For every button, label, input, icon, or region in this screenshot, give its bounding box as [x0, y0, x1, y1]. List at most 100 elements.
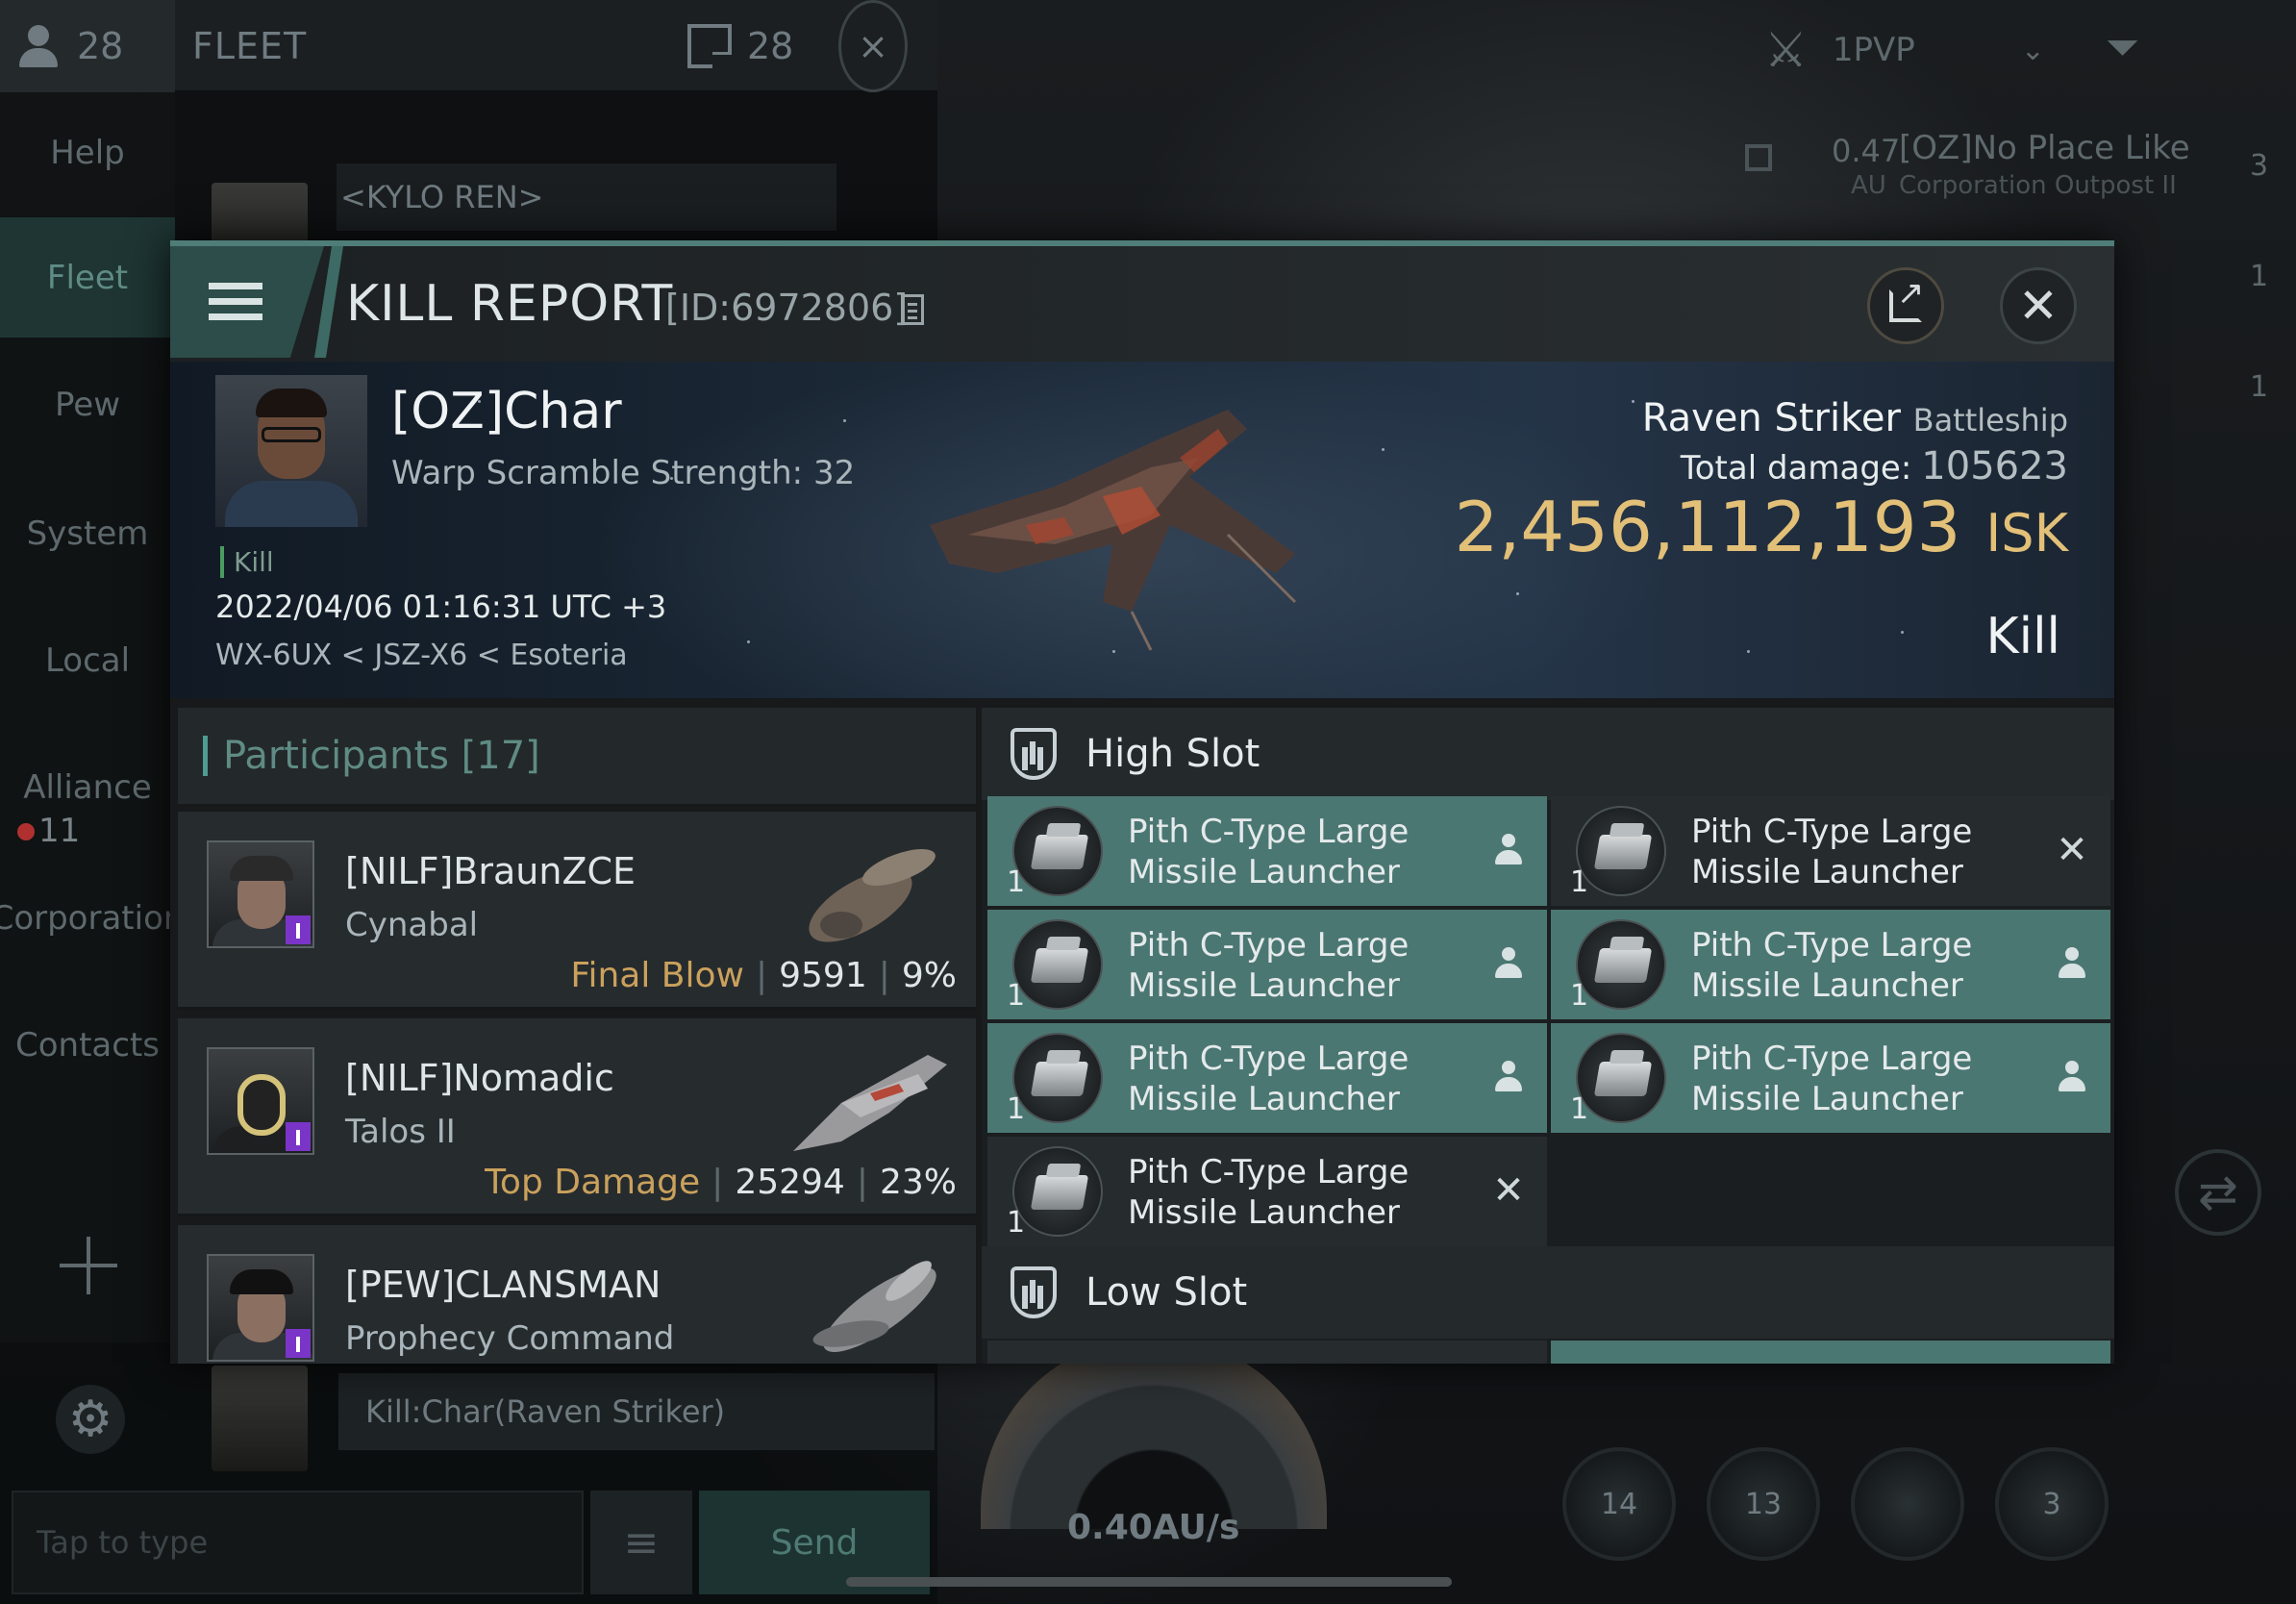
fleet-topbar: 28 FLEET 28 ×: [0, 0, 937, 92]
add-channel-icon[interactable]: [60, 1237, 117, 1294]
kill-report-id: [ID:6972806]: [665, 287, 909, 329]
missile-launcher-icon: [1576, 919, 1666, 1010]
module-item[interactable]: 1 Pith C-Type Large Missile Launcher ✕: [1551, 796, 2110, 906]
dropped-icon: [2053, 1056, 2091, 1098]
kill-location[interactable]: WX-6UX < JSZ-X6 < Esoteria: [215, 639, 628, 672]
module-name: Pith C-Type Large Missile Launcher: [1128, 1040, 1410, 1118]
participant-portrait[interactable]: [207, 1047, 314, 1155]
hud-badge[interactable]: 1: [2250, 260, 2268, 293]
kill-report-menu-button[interactable]: [170, 246, 324, 358]
participant-row[interactable]: [PEW]CLANSMAN Prophecy Command: [178, 1225, 976, 1364]
chat-input[interactable]: Tap to type: [12, 1491, 584, 1594]
gear-icon: ⚙: [67, 1391, 113, 1448]
overview-filter-dropdown[interactable]: ⚔ 1PVP ⌄: [1764, 19, 2045, 81]
ship-name: Raven Striker: [1641, 396, 1901, 440]
hud-badge[interactable]: 1: [2250, 370, 2268, 404]
chat-message: <KYLO REN>: [337, 163, 836, 231]
participant-name: [NILF]BraunZCE: [345, 850, 636, 892]
module-item[interactable]: 1 Pith C-Type Large Missile Launcher: [1551, 910, 2110, 1019]
top-damage-label: Top Damage: [485, 1163, 701, 1202]
overview-subtitle: Corporation Outpost II: [1899, 171, 2177, 200]
module-button[interactable]: 14: [1562, 1447, 1676, 1561]
kill-report-header: KILL REPORT [ID:6972806] ✕: [170, 246, 2114, 362]
module-quantity: 1: [1570, 865, 1589, 899]
ship-class: Battleship: [1912, 402, 2068, 439]
overview-row[interactable]: 0.47 AU [OZ]No Place Like Corporation Ou…: [1735, 123, 2190, 210]
destroyed-icon: ✕: [2056, 828, 2088, 872]
sidebar-item-help[interactable]: Help: [0, 92, 175, 213]
kill-link-message[interactable]: Kill:Char(Raven Striker): [338, 1373, 935, 1450]
participants-title: Participants [17]: [223, 734, 540, 778]
missile-launcher-icon: [1012, 1033, 1103, 1123]
module-item[interactable]: 1 Pith C-Type Large Missile Launcher: [1551, 1023, 2110, 1133]
sidebar-item-local[interactable]: Local: [0, 600, 175, 720]
low-slot-icon: [1011, 1266, 1057, 1318]
total-damage: Total damage: 105623: [1681, 444, 2068, 489]
hud-badge[interactable]: 3: [2250, 149, 2268, 183]
member-count[interactable]: 28: [0, 0, 175, 92]
module-quantity: 1: [1570, 1092, 1589, 1126]
participants-list: Participants [17] [NILF]BraunZCE Cynabal…: [178, 708, 976, 1364]
total-damage-label: Total damage:: [1680, 449, 1912, 488]
sidebar-item-label: System: [26, 514, 149, 553]
participant-row[interactable]: [NILF]Nomadic Talos II Top Damage | 25294 |…: [178, 1018, 976, 1216]
module-item[interactable]: 1 Pith C-Type Large Missile Launcher ✕: [987, 1137, 1547, 1246]
module-item[interactable]: [987, 1341, 1547, 1364]
hamburger-icon: [209, 283, 262, 321]
dropped-icon: [1489, 829, 1528, 871]
module-count: 14: [1600, 1487, 1638, 1521]
module-button[interactable]: 13: [1707, 1447, 1820, 1561]
raven-striker-ship-image[interactable]: [911, 400, 1314, 669]
chat-settings-button[interactable]: ⚙: [56, 1385, 125, 1454]
total-damage-value: 105623: [1921, 444, 2068, 489]
missile-launcher-icon: [1012, 1146, 1103, 1237]
window-icon: [687, 24, 732, 68]
sidebar-item-pew[interactable]: Pew: [0, 344, 175, 464]
person-icon: [17, 23, 60, 69]
module-name: Pith C-Type Large Missile Launcher: [1691, 1040, 1973, 1118]
fleet-close-button[interactable]: ×: [838, 0, 908, 92]
chat-avatar[interactable]: [212, 1366, 308, 1471]
menu-icon: ≡: [623, 1517, 660, 1567]
fleet-window-count[interactable]: 28: [687, 0, 793, 92]
participant-row[interactable]: [NILF]BraunZCE Cynabal Final Blow | 9591 | 9…: [178, 812, 976, 1010]
module-item[interactable]: 1 Pith C-Type Large Missile Launcher: [987, 1023, 1547, 1133]
sidebar-item-alliance[interactable]: Alliance: [0, 727, 175, 847]
filter-icon[interactable]: ⏷: [2106, 23, 2139, 72]
participant-ship: Cynabal: [345, 906, 479, 944]
sidebar-item-corporation[interactable]: Corporation: [0, 858, 184, 978]
module-item[interactable]: 1 Pith C-Type Large Missile Launcher: [987, 910, 1547, 1019]
module-item[interactable]: 1 Pith C-Type Large Missile Launcher: [987, 796, 1547, 906]
dropped-icon: [2053, 942, 2091, 985]
ship-type[interactable]: Raven Striker Battleship: [1642, 396, 2068, 440]
participant-portrait[interactable]: [207, 1254, 314, 1362]
share-button[interactable]: [1867, 267, 1944, 344]
victim-name[interactable]: [OZ]Char: [391, 383, 622, 440]
speed-readout: 0.40AU/s: [1067, 1508, 1240, 1547]
low-slot-label: Low Slot: [1086, 1270, 1248, 1315]
module-count: 3: [2042, 1487, 2061, 1521]
channel-sidebar: Help Fleet Pew System Local 11 Alliance …: [0, 92, 184, 1342]
participant-portrait[interactable]: [207, 840, 314, 948]
participant-ship: Prophecy Command: [345, 1319, 675, 1358]
sidebar-item-system[interactable]: System: [0, 473, 175, 593]
swap-icon[interactable]: ⇄: [2175, 1149, 2261, 1236]
faction-tag-icon: [286, 915, 311, 944]
isk-unit: ISK: [1985, 503, 2068, 564]
participant-name: [PEW]CLANSMAN: [345, 1264, 661, 1306]
participant-name: [NILF]Nomadic: [345, 1057, 614, 1099]
structure-icon: [1745, 144, 1772, 171]
faction-tag-icon: [286, 1122, 311, 1151]
victim-portrait[interactable]: [215, 375, 367, 527]
copy-icon[interactable]: [901, 294, 924, 325]
crossed-swords-icon: ⚔: [1764, 22, 1808, 78]
sidebar-item-fleet[interactable]: Fleet: [0, 217, 175, 338]
sidebar-item-label: Contacts: [15, 1025, 160, 1065]
chat-menu-button[interactable]: ≡: [590, 1491, 692, 1594]
sidebar-item-label: Pew: [54, 385, 121, 424]
module-button[interactable]: [1851, 1447, 1964, 1561]
module-item[interactable]: [1551, 1341, 2110, 1364]
close-button[interactable]: ✕: [2000, 267, 2077, 344]
module-button[interactable]: 3: [1995, 1447, 2109, 1561]
sidebar-item-contacts[interactable]: Contacts: [0, 985, 175, 1105]
